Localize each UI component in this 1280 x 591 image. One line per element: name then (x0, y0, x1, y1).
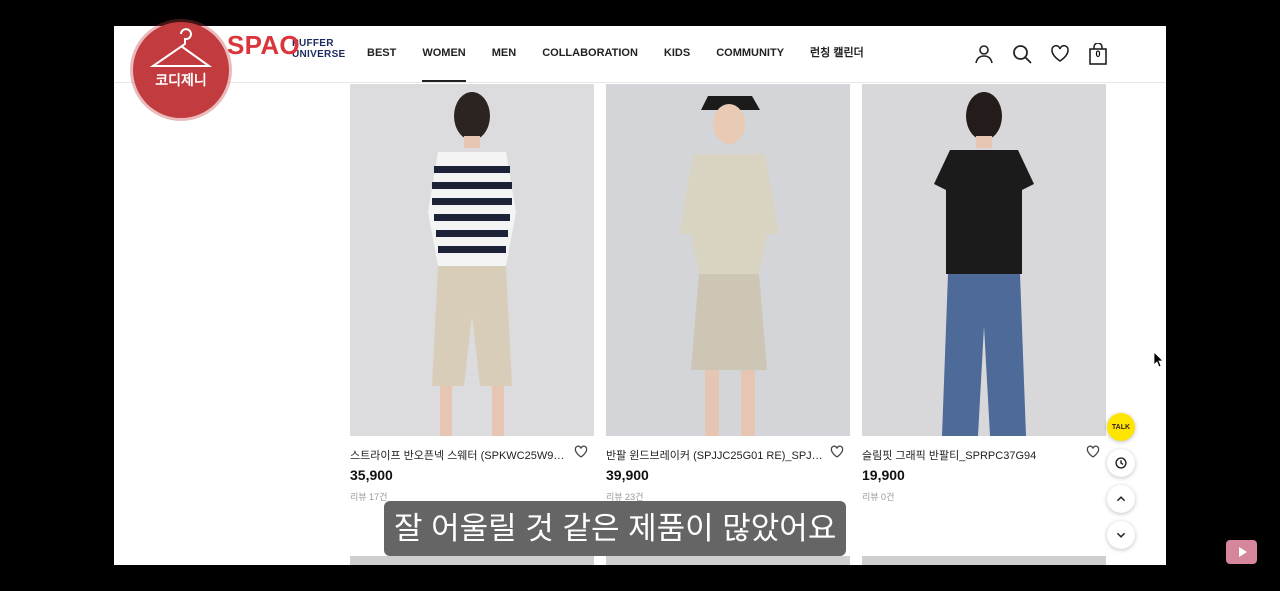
kakao-talk-button[interactable]: TALK (1107, 413, 1135, 441)
next-row-product-image[interactable] (862, 556, 1106, 565)
mouse-cursor-icon (1153, 351, 1164, 373)
scroll-down-icon[interactable] (1107, 521, 1135, 549)
main-nav: BEST WOMEN MEN COLLABORATION KIDS COMMUN… (367, 26, 890, 82)
review-count: 리뷰 0건 (862, 492, 895, 502)
recent-history-icon[interactable] (1107, 449, 1135, 477)
nav-collaboration[interactable]: COLLABORATION (542, 26, 638, 82)
product-image[interactable] (862, 84, 1106, 436)
browser-page: SPAO PUFFER UNIVERSE BEST WOMEN MEN COLL… (114, 26, 1166, 565)
product-name[interactable]: 슬림핏 그래픽 반팔티_SPRPC37G94 (862, 447, 1082, 463)
product-card[interactable]: 슬림핏 그래픽 반팔티_SPRPC37G94 19,900 리뷰 0건 (862, 84, 1106, 502)
nav-launch-calendar[interactable]: 런칭 캘린더 (810, 26, 864, 82)
scroll-up-icon[interactable] (1107, 485, 1135, 513)
wishlist-heart-icon[interactable] (1048, 42, 1072, 66)
logo-mark: SPAO (227, 30, 300, 60)
youtube-play-icon[interactable] (1226, 540, 1257, 564)
video-subtitle: 잘 어울릴 것 같은 제품이 많았어요 (384, 501, 847, 556)
product-image[interactable] (350, 84, 594, 436)
product-price: 19,900 (862, 467, 905, 483)
logo-line1: PUFFER (292, 38, 334, 49)
next-row-product-image[interactable] (606, 556, 850, 565)
user-icon[interactable] (972, 42, 996, 66)
product-name[interactable]: 스트라이프 반오픈넥 스웨터 (SPKWC25W92 R... (350, 447, 570, 463)
site-header: SPAO PUFFER UNIVERSE BEST WOMEN MEN COLL… (114, 26, 1166, 83)
stamp-text: 코디제니 (155, 72, 207, 88)
search-icon[interactable] (1010, 42, 1034, 66)
header-icons: 0 (972, 42, 1124, 66)
nav-kids[interactable]: KIDS (664, 26, 690, 82)
heart-icon[interactable] (574, 445, 588, 459)
review-count: 리뷰 17건 (350, 492, 388, 502)
logo-line2: UNIVERSE (292, 49, 346, 60)
heart-icon[interactable] (830, 445, 844, 459)
cart-count-badge: 0 (1095, 49, 1101, 59)
heart-icon[interactable] (1086, 445, 1100, 459)
product-card[interactable]: 스트라이프 반오픈넥 스웨터 (SPKWC25W92 R... 35,900 리… (350, 84, 594, 502)
product-name[interactable]: 반팔 윈드브레이커 (SPJJC25G01 RE)_SPJJC3... (606, 447, 826, 463)
nav-men[interactable]: MEN (492, 26, 516, 82)
next-row-product-image[interactable] (350, 556, 594, 565)
product-price: 35,900 (350, 467, 393, 483)
nav-women[interactable]: WOMEN (422, 26, 467, 82)
product-image[interactable] (606, 84, 850, 436)
channel-stamp-logo: 코디제니 (133, 22, 229, 118)
nav-best[interactable]: BEST (367, 26, 396, 82)
cart-icon[interactable]: 0 (1086, 42, 1110, 66)
product-card[interactable]: 반팔 윈드브레이커 (SPJJC25G01 RE)_SPJJC3... 39,9… (606, 84, 850, 502)
nav-community[interactable]: COMMUNITY (716, 26, 784, 82)
site-logo[interactable]: SPAO PUFFER UNIVERSE (227, 32, 346, 68)
product-price: 39,900 (606, 467, 649, 483)
